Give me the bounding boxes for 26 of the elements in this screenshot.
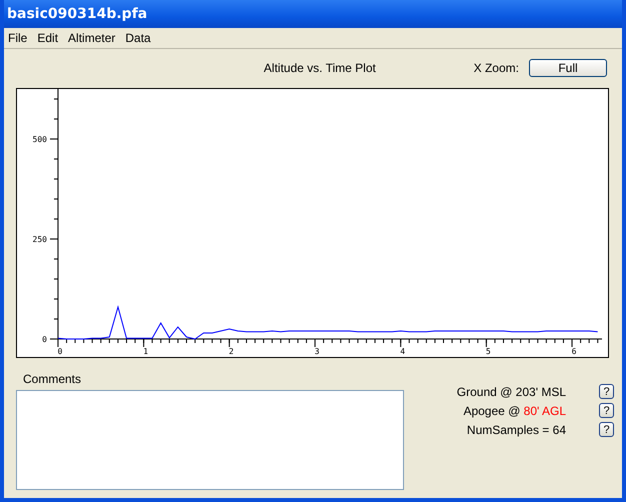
x-tick-label: 6 (572, 347, 576, 355)
x-tick-label: 1 (143, 347, 148, 355)
window-title: basic090314b.pfa (7, 6, 148, 22)
x-tick-label: 5 (486, 347, 491, 355)
x-tick-label: 3 (314, 347, 320, 355)
comments-label: Comments (23, 372, 82, 386)
menu-item[interactable]: Altimeter (64, 31, 122, 45)
zoom-button[interactable]: Full (529, 59, 607, 77)
menu-item[interactable]: Edit (33, 31, 64, 45)
x-tick-label: 0 (58, 347, 62, 355)
help-button[interactable]: ? (599, 422, 614, 437)
menu-item[interactable]: Data (121, 31, 157, 45)
x-tick-label: 2 (228, 347, 234, 355)
y-tick-label: 0 (42, 335, 47, 344)
y-tick-label: 250 (32, 235, 47, 244)
help-button[interactable]: ? (599, 384, 614, 399)
y-tick-label: 500 (32, 135, 47, 144)
x-tick-label: 4 (400, 347, 406, 355)
menu-item[interactable]: File (4, 31, 34, 45)
info-text: Apogee @ 80' AGL (463, 404, 566, 418)
info-text: Ground @ 203' MSL (456, 384, 566, 398)
help-button[interactable]: ? (599, 403, 614, 418)
info-text: NumSamples = 64 (466, 422, 566, 436)
zoom-label: X Zoom: (474, 61, 519, 75)
comments-field[interactable] (16, 390, 404, 490)
plot-title: Altitude vs. Time Plot (262, 61, 377, 75)
